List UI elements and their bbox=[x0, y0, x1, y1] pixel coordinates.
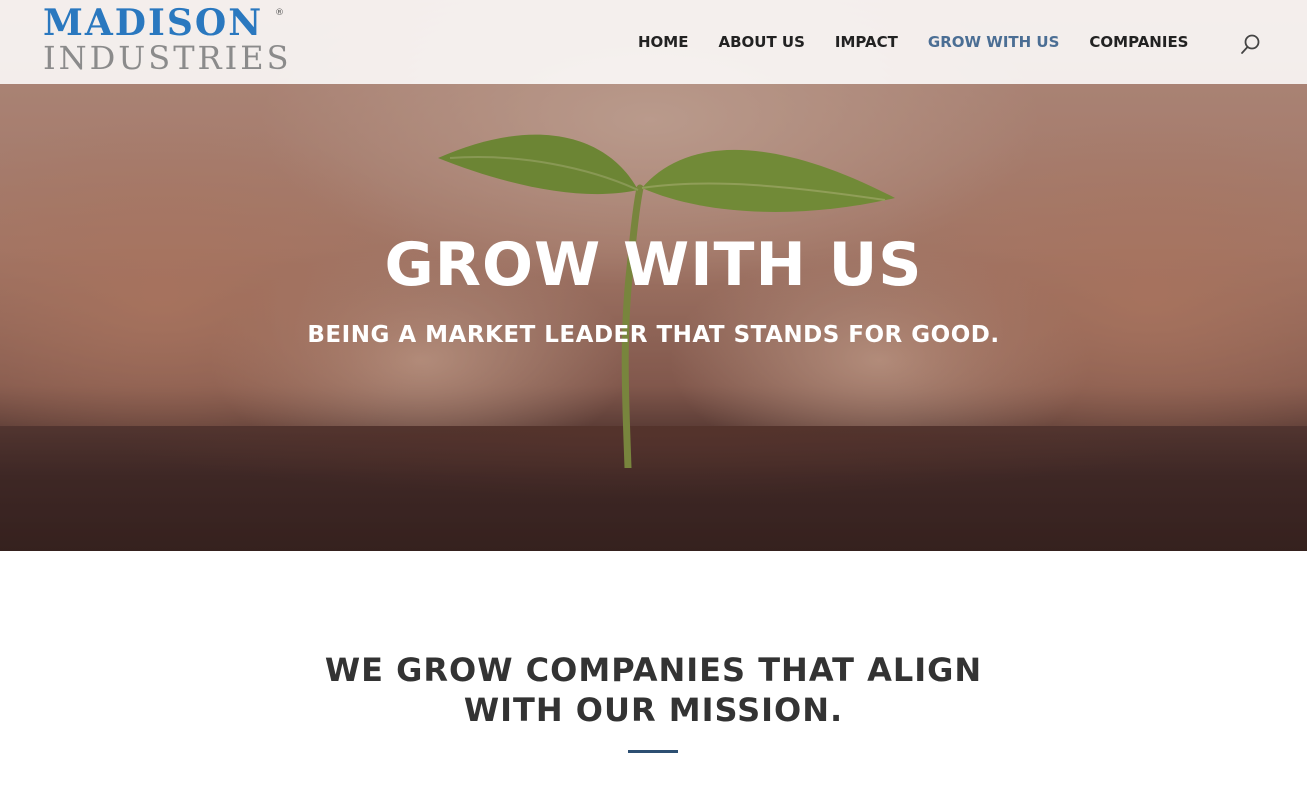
nav-item-about-us[interactable]: ABOUT US bbox=[718, 30, 804, 54]
mission-heading-line-2: WITH OUR MISSION. bbox=[463, 691, 844, 729]
logo-wordmark-bottom: INDUSTRIES bbox=[43, 39, 292, 77]
site-header: MADISON ® INDUSTRIES HOME ABOUT US IMPAC… bbox=[0, 0, 1307, 84]
main-navigation: HOME ABOUT US IMPACT GROW WITH US COMPAN… bbox=[638, 30, 1219, 54]
logo-registered-mark: ® bbox=[275, 8, 284, 18]
hero-title: GROW WITH US bbox=[384, 230, 923, 300]
logo-wordmark-top: MADISON bbox=[43, 2, 264, 44]
nav-item-impact[interactable]: IMPACT bbox=[835, 30, 898, 54]
mission-heading-line-1: WE GROW COMPANIES THAT ALIGN bbox=[324, 651, 983, 689]
nav-item-companies[interactable]: COMPANIES bbox=[1089, 30, 1188, 54]
madison-industries-logo[interactable]: MADISON ® INDUSTRIES bbox=[43, 4, 298, 78]
section-divider bbox=[628, 750, 678, 753]
hero-subtitle: BEING A MARKET LEADER THAT STANDS FOR GO… bbox=[307, 322, 1000, 348]
nav-item-grow-with-us[interactable]: GROW WITH US bbox=[928, 30, 1060, 54]
mission-heading: WE GROW COMPANIES THAT ALIGN WITH OUR MI… bbox=[0, 650, 1307, 730]
search-icon[interactable] bbox=[1240, 33, 1262, 55]
nav-item-home[interactable]: HOME bbox=[638, 30, 688, 54]
